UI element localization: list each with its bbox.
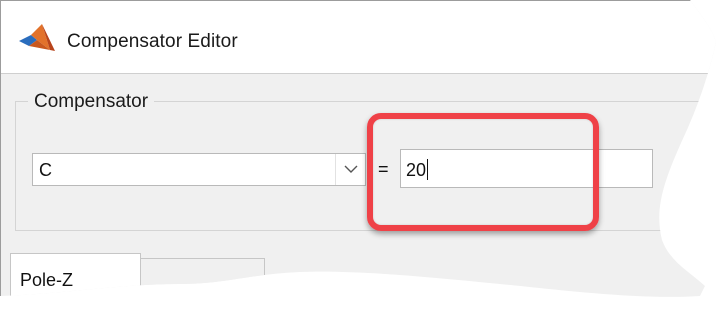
tab-second[interactable]	[141, 258, 265, 303]
compensator-value-text: 20	[406, 159, 428, 181]
tab-pole-zero-label: Pole-Z	[20, 270, 74, 290]
chevron-down-icon[interactable]	[335, 154, 365, 185]
compensator-select-value: C	[39, 160, 52, 180]
compensator-editor-window: Compensator Editor Compensator C = 20 Po…	[0, 0, 716, 325]
compensator-select[interactable]: C	[32, 153, 366, 186]
tab-panel-border	[1, 298, 716, 299]
tab-pole-zero[interactable]: Pole-Z	[10, 253, 141, 303]
matlab-logo-icon	[17, 23, 57, 53]
screenshot-stage: Compensator Editor Compensator C = 20 Po…	[0, 0, 716, 325]
equals-label: =	[378, 159, 389, 179]
compensator-value: 20	[406, 160, 427, 180]
window-title: Compensator Editor	[67, 31, 238, 52]
title-bar: Compensator Editor	[1, 1, 716, 74]
compensator-group-label: Compensator	[28, 91, 154, 113]
compensator-value-input[interactable]: 20	[400, 149, 653, 188]
text-caret	[427, 159, 428, 180]
tab-row: Pole-Z	[1, 239, 716, 299]
